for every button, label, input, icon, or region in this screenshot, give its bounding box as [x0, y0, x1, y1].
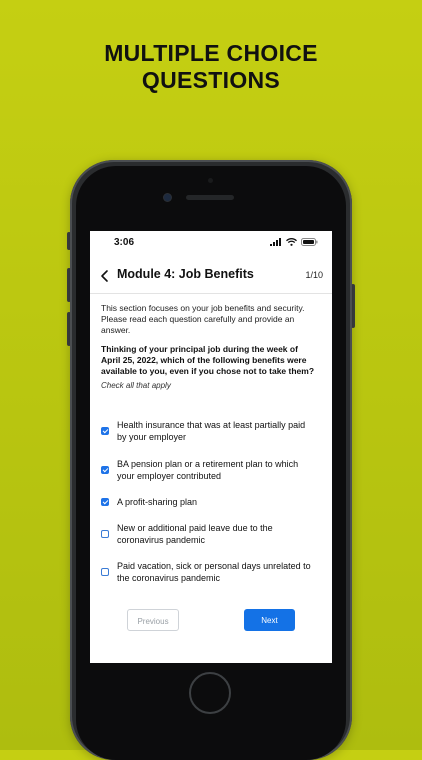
next-button[interactable]: Next — [244, 609, 295, 631]
checkbox-unchecked-icon[interactable] — [101, 530, 109, 538]
status-icons — [270, 238, 318, 246]
promo-headline: MULTIPLE CHOICE QUESTIONS — [0, 40, 422, 94]
promo-headline-line2: QUESTIONS — [141, 67, 281, 93]
checkbox-checked-icon[interactable] — [101, 466, 109, 474]
back-chevron-icon[interactable] — [99, 269, 111, 283]
front-camera-icon — [164, 194, 171, 201]
previous-button[interactable]: Previous — [127, 609, 179, 631]
option-paid-leave-covid[interactable]: New or additional paid leave due to the … — [101, 522, 323, 546]
checkbox-checked-icon[interactable] — [101, 498, 109, 506]
option-paid-vacation[interactable]: Paid vacation, sick or personal days unr… — [101, 560, 323, 584]
option-label: BA pension plan or a retirement plan to … — [117, 459, 299, 481]
checkbox-unchecked-icon[interactable] — [101, 568, 109, 576]
status-time: 3:06 — [114, 237, 135, 248]
proximity-sensor — [208, 178, 213, 183]
question-counter: 1/10 — [305, 270, 323, 280]
wifi-icon — [286, 238, 297, 246]
option-health-insurance[interactable]: Health insurance that was at least parti… — [101, 419, 323, 443]
option-profit-sharing[interactable]: A profit-sharing plan — [101, 496, 323, 508]
option-label: New or additional paid leave due to the … — [117, 523, 273, 545]
battery-icon — [301, 238, 318, 246]
signal-icon — [270, 238, 281, 246]
option-label: Health insurance that was at least parti… — [117, 420, 306, 442]
checkbox-checked-icon[interactable] — [101, 427, 109, 435]
page-title: Module 4: Job Benefits — [117, 267, 254, 281]
promo-headline-line1: MULTIPLE CHOICE — [104, 40, 318, 66]
option-pension-plan[interactable]: BA pension plan or a retirement plan to … — [101, 458, 323, 482]
top-navigation-bar: Module 4: Job Benefits 1/10 — [90, 259, 332, 294]
question-content: This section focuses on your job benefit… — [101, 303, 317, 390]
section-intro: This section focuses on your job benefit… — [101, 303, 305, 335]
option-label: A profit-sharing plan — [117, 497, 198, 507]
app-screen: 3:06 Module 4: Job Benefits 1/10 This se… — [90, 231, 332, 663]
answer-hint: Check all that apply — [101, 381, 171, 390]
option-label: Paid vacation, sick or personal days unr… — [117, 561, 311, 583]
status-bar: 3:06 — [90, 231, 332, 255]
question-text: Thinking of your principal job during th… — [101, 344, 315, 376]
earpiece-speaker — [186, 195, 234, 200]
home-button[interactable] — [189, 672, 231, 714]
